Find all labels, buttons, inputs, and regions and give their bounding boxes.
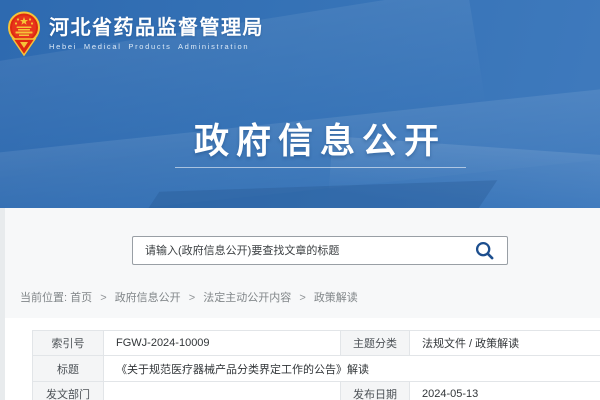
site-header: 河北省药品监督管理局 Hebei Medical Products Admini…: [0, 0, 600, 208]
site-subtitle: Hebei Medical Products Administration: [49, 42, 264, 51]
table-row-title: 标题 《关于规范医疗器械产品分类界定工作的公告》解读: [33, 356, 600, 382]
banner-title: 政府信息公开: [0, 113, 600, 164]
title-label: 标题: [33, 356, 104, 382]
title-value: 《关于规范医疗器械产品分类界定工作的公告》解读: [104, 356, 600, 382]
search-box: [132, 236, 508, 265]
issuing-department-value: [104, 382, 341, 400]
table-row-index: 索引号 FGWJ-2024-10009 主题分类 法规文件 / 政策解读: [33, 331, 600, 356]
search-icon[interactable]: [475, 241, 494, 260]
index-number-value: FGWJ-2024-10009: [104, 331, 341, 356]
breadcrumb-separator: >: [100, 292, 106, 304]
site-brand-text: 河北省药品监督管理局 Hebei Medical Products Admini…: [49, 17, 264, 51]
article-info-card: 索引号 FGWJ-2024-10009 主题分类 法规文件 / 政策解读 标题 …: [5, 318, 600, 400]
page-root: 河北省药品监督管理局 Hebei Medical Products Admini…: [0, 0, 600, 400]
site-brand[interactable]: 河北省药品监督管理局 Hebei Medical Products Admini…: [8, 11, 264, 57]
publish-date-label: 发布日期: [341, 382, 410, 400]
table-row-department-date: 发文部门 发布日期 2024-05-13: [33, 382, 600, 400]
banner-wave-decoration: [133, 180, 497, 208]
breadcrumb-item-statutory-disclosure[interactable]: 法定主动公开内容: [203, 292, 291, 304]
page-body: 当前位置: 首页 > 政府信息公开 > 法定主动公开内容 > 政策解读 索引号 …: [0, 208, 600, 400]
search-input[interactable]: [133, 237, 475, 264]
topic-category-label: 主题分类: [341, 331, 410, 356]
topic-category-value: 法规文件 / 政策解读: [410, 331, 600, 356]
breadcrumb-label: 当前位置:: [20, 292, 67, 304]
breadcrumb-item-info-disclosure[interactable]: 政府信息公开: [115, 292, 181, 304]
article-info-table: 索引号 FGWJ-2024-10009 主题分类 法规文件 / 政策解读 标题 …: [32, 330, 600, 400]
breadcrumb-item-policy-interpretation[interactable]: 政策解读: [314, 292, 358, 304]
china-national-emblem-icon: [8, 11, 40, 57]
breadcrumb-separator: >: [299, 292, 305, 304]
breadcrumb-separator: >: [189, 292, 195, 304]
breadcrumb: 当前位置: 首页 > 政府信息公开 > 法定主动公开内容 > 政策解读: [20, 289, 358, 305]
banner-divider-line: [175, 167, 466, 168]
index-number-label: 索引号: [33, 331, 104, 356]
publish-date-value: 2024-05-13: [410, 382, 600, 400]
issuing-department-label: 发文部门: [33, 382, 104, 400]
breadcrumb-item-home[interactable]: 首页: [70, 292, 92, 304]
site-title: 河北省药品监督管理局: [49, 17, 264, 39]
content-panel: 当前位置: 首页 > 政府信息公开 > 法定主动公开内容 > 政策解读 索引号 …: [5, 208, 600, 400]
